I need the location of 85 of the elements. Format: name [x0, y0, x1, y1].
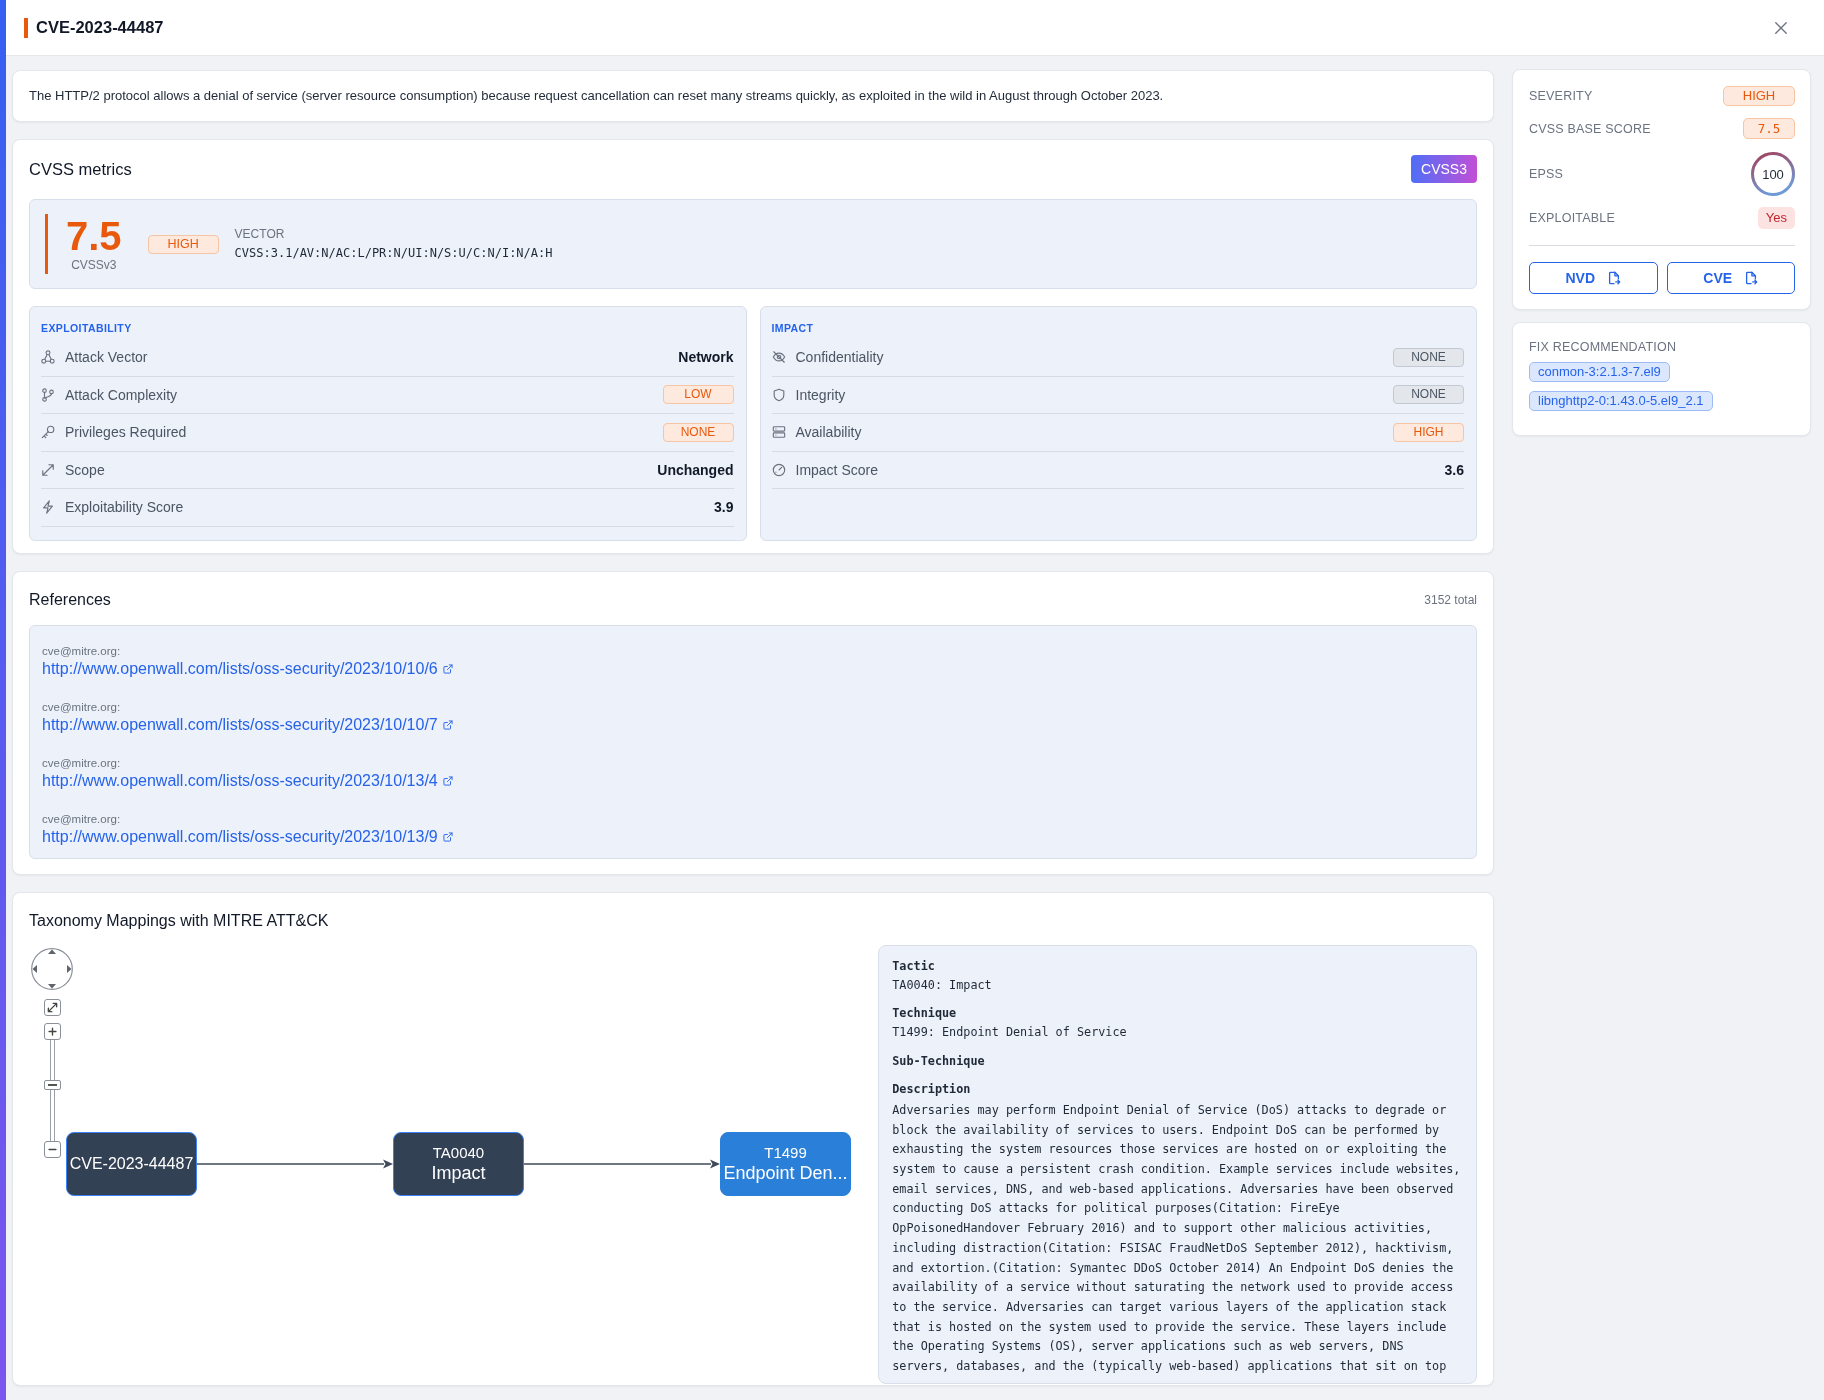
plus-icon: [47, 1025, 58, 1037]
reference-count: 3152 total: [1424, 592, 1477, 607]
section-label: FIX RECOMMENDATION: [1529, 339, 1678, 355]
group-heading: EXPLOITABILITY: [41, 321, 132, 335]
nodes-icon: [41, 350, 55, 365]
zoom-slider-handle[interactable]: [44, 1080, 61, 1091]
metric-badge: LOW: [662, 385, 734, 405]
external-link-button[interactable]: CVE: [1666, 262, 1795, 294]
external-link-icon: [442, 719, 453, 730]
diagonal-arrows-icon: [47, 1001, 58, 1013]
metric-value: 3.6: [1444, 461, 1464, 478]
metric-value: 3.9: [714, 499, 734, 516]
diagonal-arrows-icon: [41, 462, 55, 477]
metric-badge: NONE: [1393, 385, 1464, 405]
metric-label: Privileges Required: [65, 424, 187, 441]
detail-heading: Description: [892, 1080, 972, 1098]
detail-text: T1499: Endpoint Denial of Service: [892, 1024, 1128, 1042]
metric-label: Exploitability Score: [65, 499, 184, 516]
metric-badge: NONE: [662, 422, 734, 442]
key-icon: [41, 425, 55, 440]
server-icon: [771, 425, 786, 440]
section-title: References: [29, 590, 111, 609]
detail-heading: Technique: [892, 1005, 958, 1023]
vector-label: VECTOR: [234, 227, 286, 242]
gauge-icon: [771, 462, 786, 477]
graph-node[interactable]: TA0040 Impact: [393, 1131, 524, 1196]
zoom-in-button[interactable]: [44, 1022, 61, 1040]
fact-label: CVSS BASE SCORE: [1529, 121, 1651, 136]
reference-source: cve@mitre.org:: [42, 811, 122, 826]
pan-arrows-icon[interactable]: [31, 947, 73, 990]
cvss-version-badge: CVSS3: [1411, 155, 1477, 183]
score-badge: 7.5: [1743, 118, 1795, 139]
reference-source: cve@mitre.org:: [42, 643, 122, 658]
severity-badge: HIGH: [147, 234, 219, 254]
external-link-icon: [442, 775, 453, 786]
package-tag: conmon-3:2.1.3-7.el9: [1529, 362, 1670, 382]
metric-label: Impact Score: [795, 461, 878, 478]
metric-badge: HIGH: [1393, 422, 1464, 442]
metric-badge: NONE: [1393, 347, 1464, 367]
metric-label: Attack Complexity: [65, 386, 178, 403]
reference-source: cve@mitre.org:: [42, 755, 122, 770]
metric-label: Integrity: [795, 386, 846, 403]
fact-label: EPSS: [1529, 166, 1564, 181]
page-title: CVE-2023-44487: [36, 18, 164, 37]
reference-link[interactable]: http://www.openwall.com/lists/oss-security/2023/10/13/9: [42, 825, 453, 848]
vector-string: CVSS:3.1/AV:N/AC:L/PR:N/UI:N/S:U/C:N/I:N/A:H: [234, 246, 553, 261]
description-text: The HTTP/2 protocol allows a denial of service (server resource consumption) because request cancellation can reset many streams quickly, as exploited in the wild in August through October 2023.: [29, 88, 1165, 104]
score-caption: CVSSv3: [71, 257, 117, 273]
cvss-score: 7.5: [66, 215, 122, 257]
file-arrow-icon: [1607, 271, 1622, 285]
external-link-icon: [442, 831, 453, 842]
eye-off-icon: [771, 350, 786, 365]
metric-value: Unchanged: [657, 461, 734, 478]
metric-label: Confidentiality: [795, 349, 884, 366]
reference-source: cve@mitre.org:: [42, 699, 122, 714]
graph-node[interactable]: CVE-2023-44487: [66, 1131, 197, 1196]
detail-heading: Sub-Technique: [892, 1052, 986, 1070]
fact-label: SEVERITY: [1529, 88, 1593, 103]
metric-value: Network: [678, 349, 734, 366]
lightning-icon: [41, 500, 55, 515]
reference-link[interactable]: http://www.openwall.com/lists/oss-security/2023/10/13/4: [42, 769, 453, 792]
metric-label: Attack Vector: [65, 349, 148, 366]
epss-value: 100: [1762, 166, 1784, 181]
external-link-button[interactable]: NVD: [1529, 262, 1658, 294]
detail-text: TA0040: Impact: [892, 976, 993, 994]
fit-view-button[interactable]: [44, 998, 61, 1016]
package-tag: libnghttp2-0:1.43.0-5.el9_2.1: [1529, 391, 1713, 411]
reference-link[interactable]: http://www.openwall.com/lists/oss-security/2023/10/10/7: [42, 713, 453, 736]
fact-label: EXPLOITABLE: [1529, 210, 1616, 225]
shield-icon: [771, 387, 786, 402]
detail-heading: Tactic: [892, 957, 936, 975]
exploitable-badge: Yes: [1757, 206, 1795, 229]
graph-node[interactable]: T1499 Endpoint Den...: [720, 1131, 851, 1196]
close-icon: [1774, 20, 1788, 35]
group-heading: IMPACT: [771, 321, 814, 335]
section-title: Taxonomy Mappings with MITRE ATT&CK: [29, 910, 329, 931]
section-title: CVSS metrics: [29, 159, 132, 179]
file-arrow-icon: [1744, 271, 1759, 285]
branch-icon: [41, 387, 55, 402]
severity-badge: HIGH: [1723, 85, 1795, 106]
external-link-icon: [442, 663, 453, 674]
detail-text: Adversaries may perform Endpoint Denial of Service (DoS) attacks to degrade or block the availability of services to users. Endpoint DoS can be performed by exhausting the system resources those services are hosted on or exploiting the system to cause a persistent crash condition. Example services include websites, email services, DNS, and web-based applications. Adversaries have been observed conducting DoS attacks for political purposes(Citation: FireEye OpPoisonedHandover February 2016) and to support other malicious activities, including distraction(Citation: FSISAC FraudNetDoS September 2012), hacktivism, and extortion.(Citation: Symantec DDoS October 2014) An Endpoint DoS denies the availability of a service without saturating the network used to provide access to the service. Adversaries can target various layers of the application stack that is hosted on the system used to provide the service. These layers include the Operating Systems (OS), server applications such as web servers, DNS servers, databases, and the (typically web-based) applications that sit on top: [892, 1101, 1462, 1376]
metric-label: Scope: [65, 461, 105, 478]
reference-link[interactable]: http://www.openwall.com/lists/oss-security/2023/10/10/6: [42, 657, 453, 680]
metric-label: Availability: [795, 424, 862, 441]
